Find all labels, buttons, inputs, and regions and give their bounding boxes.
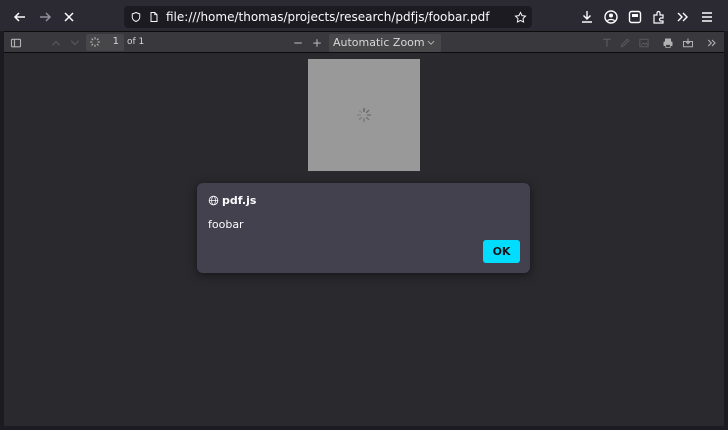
image-icon bbox=[639, 38, 649, 48]
dialog-title: pdf.js bbox=[222, 194, 257, 207]
tab-container-icon bbox=[628, 10, 642, 24]
window-frame-bottom bbox=[0, 426, 728, 430]
sidebar-toggle-button[interactable] bbox=[8, 35, 24, 51]
plus-icon bbox=[313, 39, 321, 47]
print-button[interactable] bbox=[660, 35, 676, 51]
ok-button[interactable]: OK bbox=[483, 240, 520, 263]
page-number-input[interactable]: 1 bbox=[86, 34, 124, 51]
alert-dialog: pdf.js foobar OK bbox=[197, 183, 530, 273]
dialog-header: pdf.js bbox=[208, 194, 256, 207]
pdf-page bbox=[308, 59, 420, 171]
downloads-button[interactable] bbox=[575, 5, 599, 29]
sidebar-icon bbox=[10, 38, 22, 48]
page-count-label: of 1 bbox=[127, 37, 145, 47]
image-tool-button[interactable] bbox=[636, 35, 652, 51]
page-number-value: 1 bbox=[112, 36, 119, 47]
save-icon bbox=[683, 38, 693, 48]
pdf-toolbar: 1 of 1 Automatic Zoom bbox=[4, 31, 724, 53]
menu-button[interactable] bbox=[695, 5, 719, 29]
puzzle-icon bbox=[653, 10, 664, 24]
window-frame-right bbox=[724, 31, 728, 430]
dialog-message: foobar bbox=[208, 218, 244, 231]
close-icon bbox=[64, 12, 74, 22]
previous-page-button[interactable] bbox=[48, 35, 64, 51]
hamburger-menu-icon bbox=[702, 12, 712, 22]
text-tool-button[interactable] bbox=[599, 35, 615, 51]
url-text: file:///home/thomas/projects/research/pd… bbox=[166, 10, 490, 24]
print-icon bbox=[663, 38, 673, 48]
chevron-down-icon bbox=[70, 40, 80, 46]
save-button[interactable] bbox=[680, 35, 696, 51]
chevron-down-icon bbox=[427, 40, 435, 45]
loading-spinner-icon bbox=[90, 37, 100, 47]
loading-spinner-icon bbox=[356, 107, 372, 123]
forward-button[interactable] bbox=[33, 5, 57, 29]
page-icon[interactable] bbox=[146, 9, 162, 25]
shield-icon[interactable] bbox=[128, 9, 144, 25]
overflow-button[interactable] bbox=[671, 5, 695, 29]
container-tab-button[interactable] bbox=[623, 5, 647, 29]
globe-icon bbox=[208, 195, 219, 206]
chevron-up-icon bbox=[51, 40, 61, 46]
next-page-button[interactable] bbox=[67, 35, 83, 51]
account-button[interactable] bbox=[599, 5, 623, 29]
chevron-double-right-icon bbox=[707, 39, 716, 47]
stop-button[interactable] bbox=[57, 5, 81, 29]
extensions-button[interactable] bbox=[647, 5, 671, 29]
zoom-out-button[interactable] bbox=[290, 35, 306, 51]
zoom-in-button[interactable] bbox=[309, 35, 325, 51]
draw-tool-button[interactable] bbox=[617, 35, 633, 51]
minus-icon bbox=[294, 42, 302, 44]
back-button[interactable] bbox=[8, 5, 32, 29]
account-icon bbox=[604, 10, 618, 24]
window-frame-left bbox=[0, 31, 4, 430]
forward-arrow-icon bbox=[40, 12, 52, 22]
zoom-select-value: Automatic Zoom bbox=[333, 36, 425, 49]
url-bar[interactable]: file:///home/thomas/projects/research/pd… bbox=[124, 6, 532, 28]
pencil-icon bbox=[620, 38, 630, 48]
bookmark-star-icon[interactable] bbox=[512, 9, 528, 25]
browser-navbar: file:///home/thomas/projects/research/pd… bbox=[0, 0, 728, 34]
back-arrow-icon bbox=[13, 12, 25, 22]
secondary-toolbar-button[interactable] bbox=[704, 35, 720, 51]
zoom-select[interactable]: Automatic Zoom bbox=[329, 34, 441, 52]
chevron-double-right-icon bbox=[677, 12, 688, 22]
download-icon bbox=[582, 11, 592, 23]
text-icon bbox=[603, 38, 611, 47]
